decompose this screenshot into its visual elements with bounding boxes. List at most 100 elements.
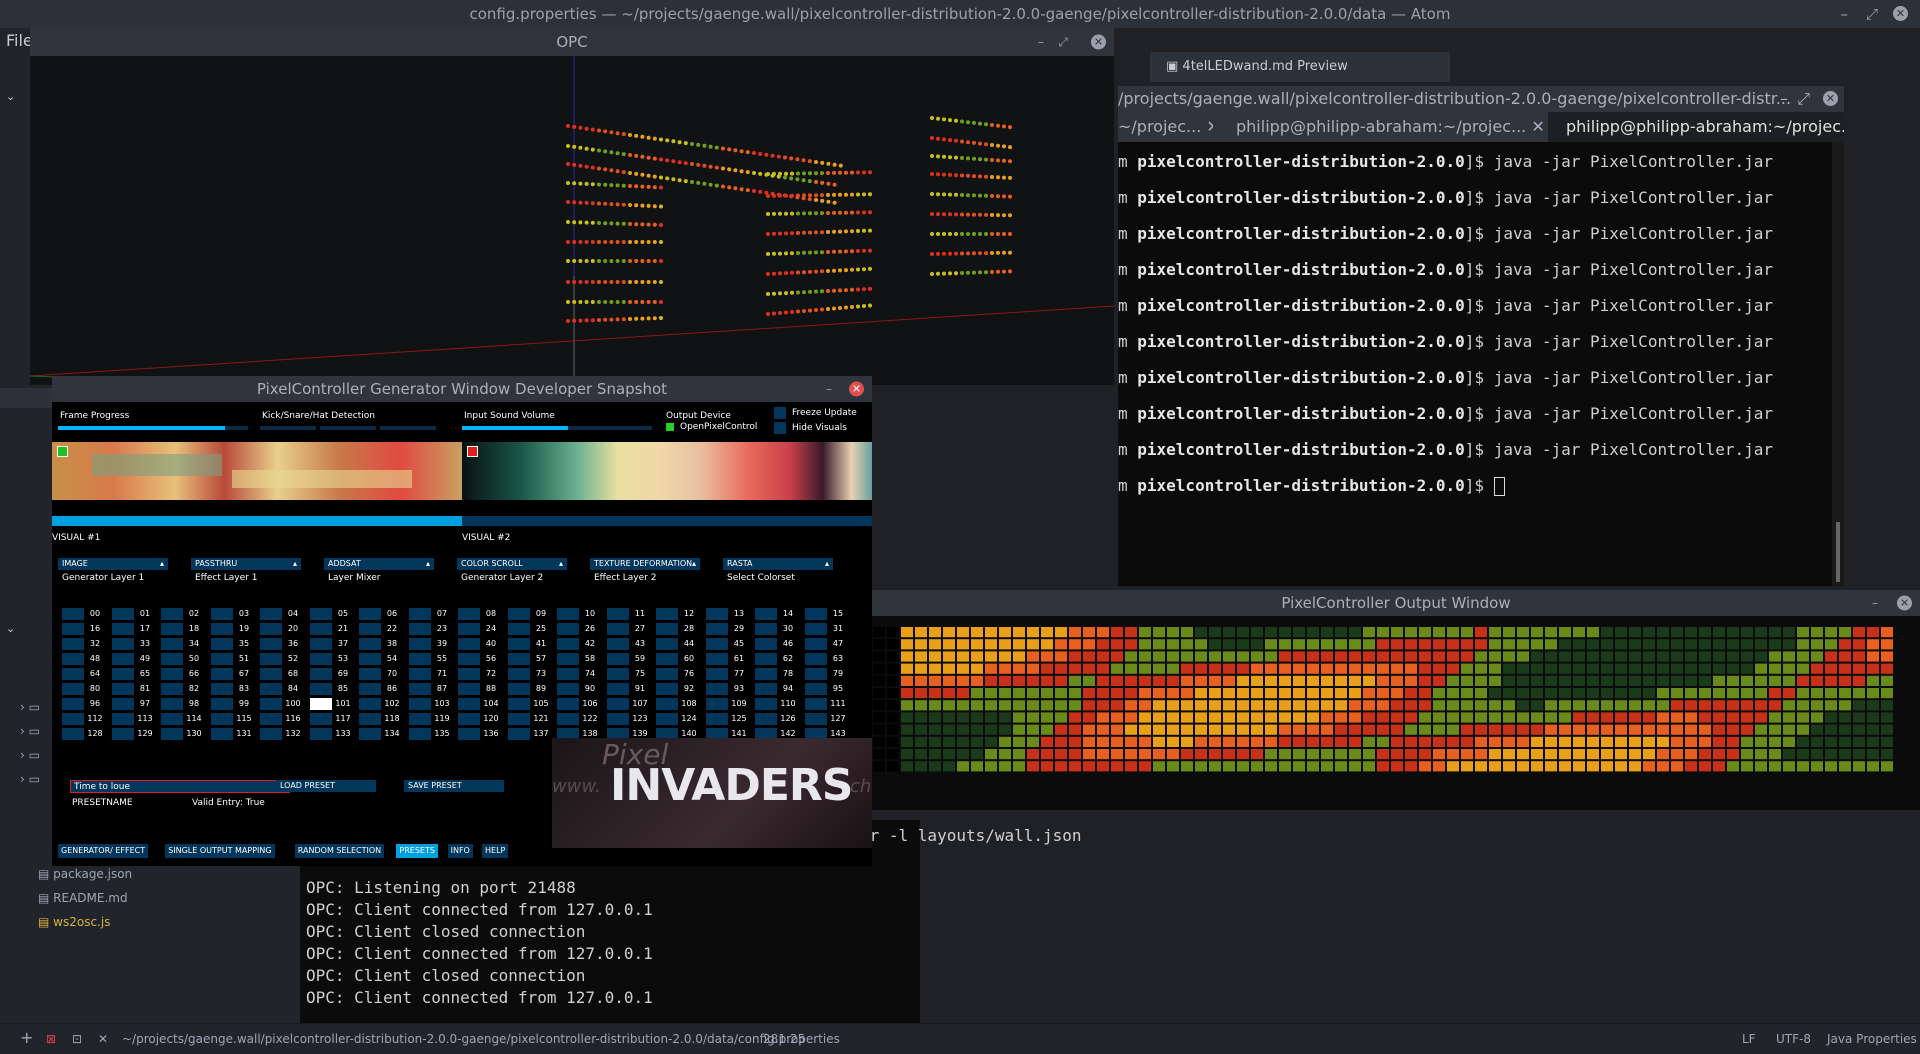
preset-slot-18[interactable] [161,623,183,635]
preset-slot-10[interactable] [557,608,579,620]
preset-slot-116[interactable] [260,713,282,725]
preset-slot-43[interactable] [607,638,629,650]
preset-slot-64[interactable] [62,668,84,680]
status-line-ending[interactable]: LF [1742,1032,1756,1046]
preset-slot-117[interactable] [310,713,332,725]
preset-slot-46[interactable] [755,638,777,650]
close-icon[interactable]: ✕ [98,1032,108,1046]
terminal-error-icon[interactable]: ⊠ [46,1032,56,1046]
terminal-icon[interactable]: ⊡ [72,1032,82,1046]
preset-slot-71[interactable] [409,668,431,680]
preset-slot-125[interactable] [706,713,728,725]
preset-slot-69[interactable] [310,668,332,680]
hide-visuals-checkbox[interactable] [774,422,786,434]
tree-file-ws2osc[interactable]: ▤ ws2osc.js [38,915,110,929]
preset-slot-20[interactable] [260,623,282,635]
preset-slot-85[interactable] [310,683,332,695]
preset-slot-87[interactable] [409,683,431,695]
preset-slot-56[interactable] [458,653,480,665]
preset-slot-29[interactable] [706,623,728,635]
preset-slot-119[interactable] [409,713,431,725]
preset-name-input[interactable]: Time to loue [70,780,290,793]
preset-slot-62[interactable] [755,653,777,665]
preset-slot-22[interactable] [359,623,381,635]
preset-slot-106[interactable] [557,698,579,710]
preset-slot-57[interactable] [508,653,530,665]
opc-3d-view[interactable] [30,56,1114,385]
preset-slot-109[interactable] [706,698,728,710]
preset-slot-90[interactable] [557,683,579,695]
preset-slot-96[interactable] [62,698,84,710]
dropdown-6[interactable]: RASTA ▴ [723,558,833,570]
dropdown-4[interactable]: COLOR SCROLL ▴ [457,558,567,570]
preset-slot-123[interactable] [607,713,629,725]
preset-slot-66[interactable] [161,668,183,680]
preset-slot-103[interactable] [409,698,431,710]
preset-slot-122[interactable] [557,713,579,725]
preset-slot-54[interactable] [359,653,381,665]
preset-slot-118[interactable] [359,713,381,725]
dropdown-5[interactable]: TEXTURE DEFORMATION ▴ [590,558,700,570]
preset-slot-03[interactable] [211,608,233,620]
preset-slot-112[interactable] [62,713,84,725]
preset-slot-99[interactable] [211,698,233,710]
preset-slot-32[interactable] [62,638,84,650]
freeze-update-checkbox[interactable] [774,407,786,419]
preset-slot-36[interactable] [260,638,282,650]
preset-slot-06[interactable] [359,608,381,620]
tree-file-package[interactable]: ▤ package.json [38,867,132,881]
preset-slot-120[interactable] [458,713,480,725]
tab-single-output-mapping[interactable]: SINGLE OUTPUT MAPPING [165,844,275,858]
maximize-icon[interactable]: ⤢ [1866,0,1878,28]
chevron-down-icon[interactable]: ⌄ [6,90,15,103]
preset-slot-61[interactable] [706,653,728,665]
preset-slot-07[interactable] [409,608,431,620]
chevron-down-icon[interactable]: ⌄ [6,622,15,635]
preset-slot-136[interactable] [458,728,480,740]
preset-slot-52[interactable] [260,653,282,665]
preset-slot-45[interactable] [706,638,728,650]
maximize-icon[interactable]: ⤢ [1058,28,1068,56]
preset-slot-137[interactable] [508,728,530,740]
menu-file[interactable]: File [6,31,33,50]
preset-slot-115[interactable] [211,713,233,725]
preset-slot-35[interactable] [211,638,233,650]
minimize-icon[interactable]: – [1872,590,1878,616]
preset-slot-81[interactable] [112,683,134,695]
preset-slot-24[interactable] [458,623,480,635]
preset-slot-114[interactable] [161,713,183,725]
preset-slot-15[interactable] [805,608,827,620]
tab-terminal-3[interactable]: philipp@philipp-abraham:~/projec... ✕ [1548,112,1844,142]
preset-slot-67[interactable] [211,668,233,680]
preset-slot-53[interactable] [310,653,332,665]
preset-slot-00[interactable] [62,608,84,620]
folder-icon[interactable]: › ▭ [20,700,40,724]
preset-slot-37[interactable] [310,638,332,650]
preset-slot-84[interactable] [260,683,282,695]
preset-slot-08[interactable] [458,608,480,620]
preset-slot-79[interactable] [805,668,827,680]
terminal-output[interactable]: m pixelcontroller-distribution-2.0.0]$ j… [1118,142,1844,586]
maximize-icon[interactable]: ⤢ [1797,86,1810,112]
preset-slot-09[interactable] [508,608,530,620]
preset-slot-13[interactable] [706,608,728,620]
preset-slot-92[interactable] [656,683,678,695]
preset-slot-19[interactable] [211,623,233,635]
preset-slot-91[interactable] [607,683,629,695]
preset-slot-75[interactable] [607,668,629,680]
close-icon[interactable]: ✕ [1823,91,1838,106]
preset-slot-40[interactable] [458,638,480,650]
folder-icon[interactable]: › ▭ [20,772,40,796]
preset-slot-80[interactable] [62,683,84,695]
preset-slot-33[interactable] [112,638,134,650]
tab-generator-effect[interactable]: GENERATOR/ EFFECT [58,844,149,858]
preset-slot-39[interactable] [409,638,431,650]
preset-slot-34[interactable] [161,638,183,650]
preset-slot-121[interactable] [508,713,530,725]
preset-slot-55[interactable] [409,653,431,665]
preset-slot-04[interactable] [260,608,282,620]
preset-slot-97[interactable] [112,698,134,710]
preset-slot-17[interactable] [112,623,134,635]
preset-slot-107[interactable] [607,698,629,710]
preset-slot-59[interactable] [607,653,629,665]
